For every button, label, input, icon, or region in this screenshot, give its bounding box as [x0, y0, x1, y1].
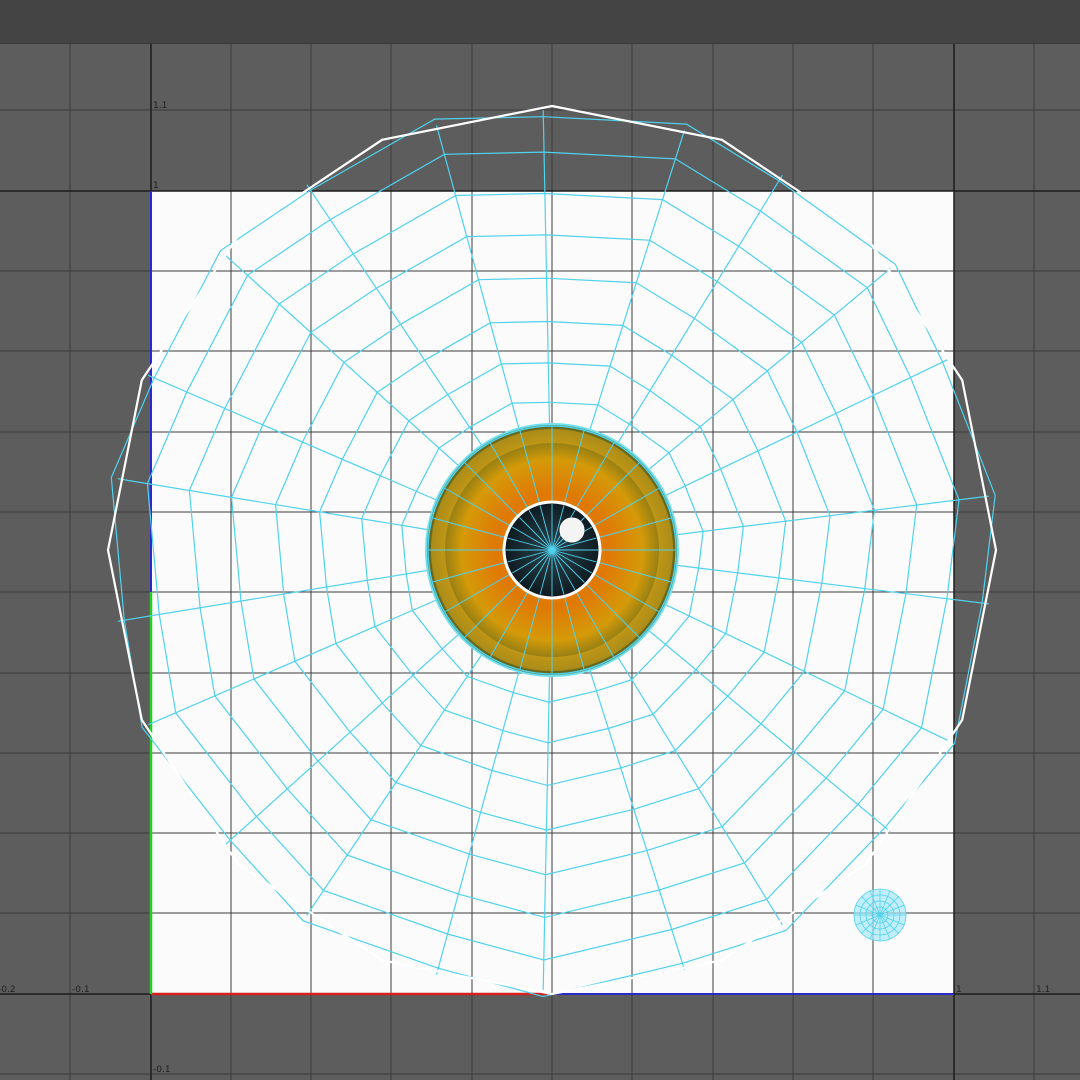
uv-editor-viewport[interactable]: 1.1 1 -0.2 -0.1 1 1.1 -0.1	[0, 44, 1080, 1080]
grid-label-v-1: 1	[153, 181, 159, 191]
pupil-highlight	[559, 517, 585, 543]
uv-canvas[interactable]: 1.1 1 -0.2 -0.1 1 1.1 -0.1	[0, 44, 1080, 1080]
grid-label-v-neg-0-1: -0.1	[153, 1065, 171, 1075]
grid-label-u-neg-0-1: -0.1	[72, 985, 90, 995]
pupil-wire-spokes[interactable]	[506, 504, 598, 596]
grid-label-u-1: 1	[956, 985, 962, 995]
cornea-island-wire[interactable]	[853, 888, 907, 942]
editor-title-bar	[0, 0, 1080, 44]
grid-label-u-neg-0-2: -0.2	[0, 985, 16, 995]
grid-label-u-1-1: 1.1	[1036, 985, 1050, 995]
grid-label-v-1-1: 1.1	[153, 101, 167, 111]
